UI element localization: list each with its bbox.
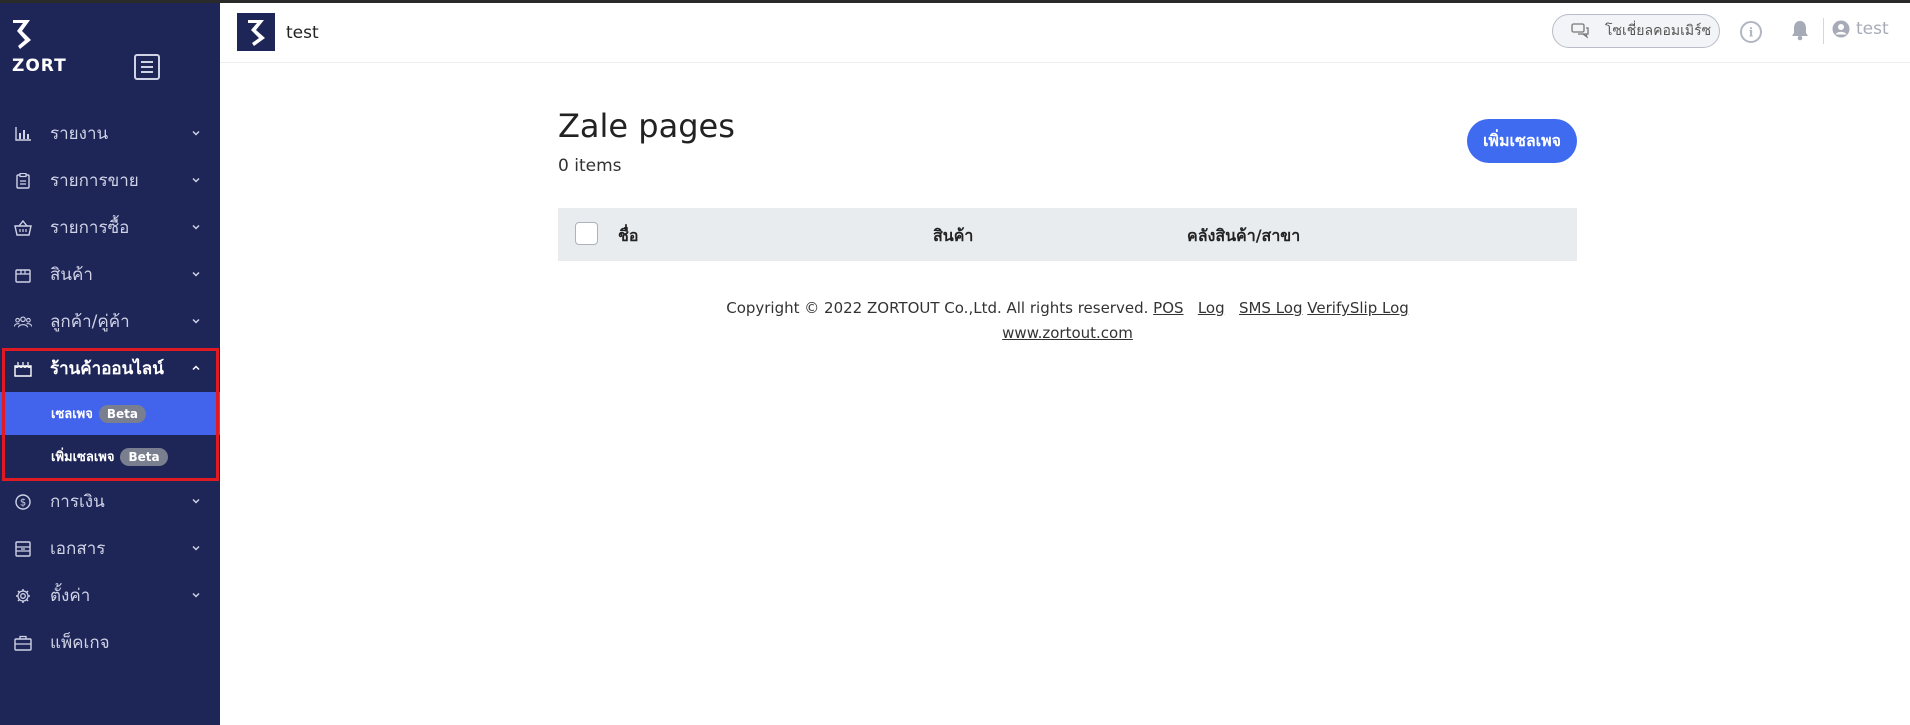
user-name: test bbox=[1856, 19, 1889, 39]
add-salepage-button[interactable]: เพิ่มเซลเพจ bbox=[1467, 119, 1577, 163]
footer-link-log[interactable]: Log bbox=[1198, 299, 1225, 317]
column-header-name[interactable]: ชื่อ bbox=[618, 224, 638, 249]
item-count: 0 items bbox=[558, 156, 622, 176]
footer-link-pos[interactable]: POS bbox=[1153, 299, 1183, 317]
gear-icon bbox=[14, 587, 32, 605]
clipboard-icon bbox=[14, 172, 32, 190]
sidebar-item-label: แพ็คเกจ bbox=[50, 633, 110, 653]
info-icon[interactable]: i bbox=[1740, 21, 1762, 43]
user-avatar-icon bbox=[1832, 20, 1850, 38]
column-header-warehouse[interactable]: คลังสินค้า/สาขา bbox=[1187, 224, 1300, 249]
social-commerce-button[interactable]: โซเชี่ยลคอมเมิร์ซ bbox=[1552, 14, 1720, 48]
sidebar-item-package[interactable]: แพ็คเกจ bbox=[0, 619, 220, 666]
sidebar-subitem-label: เซลเพจ bbox=[51, 407, 93, 422]
page-title: Zale pages bbox=[558, 107, 735, 145]
sidebar-item-customers[interactable]: ลูกค้า/คู่ค้า bbox=[0, 298, 220, 345]
briefcase-icon bbox=[14, 634, 32, 652]
box-icon bbox=[14, 266, 32, 284]
bar-chart-icon bbox=[14, 125, 32, 143]
shop-name[interactable]: test bbox=[286, 23, 319, 43]
chevron-down-icon bbox=[192, 224, 200, 230]
table-header: ชื่อ สินค้า คลังสินค้า/สาขา bbox=[558, 208, 1577, 261]
shop-logo[interactable] bbox=[237, 13, 275, 51]
sidebar-item-sales[interactable]: รายการขาย bbox=[0, 157, 220, 204]
top-bar: test โซเชี่ยลคอมเมิร์ซ i test bbox=[220, 3, 1910, 63]
sidebar: ZORT รายงาน รายการขาย รายการซื้อ สินค้า … bbox=[0, 3, 220, 725]
basket-icon bbox=[14, 219, 32, 237]
sidebar-item-finance[interactable]: $ การเงิน bbox=[0, 478, 220, 525]
copyright-text: Copyright © 2022 ZORTOUT Co.,Ltd. All ri… bbox=[726, 299, 1149, 317]
sidebar-item-label: ลูกค้า/คู่ค้า bbox=[50, 312, 130, 332]
sidebar-item-settings[interactable]: ตั้งค่า bbox=[0, 572, 220, 619]
sidebar-item-label: รายการซื้อ bbox=[50, 218, 130, 238]
sidebar-subitem-add-salepage[interactable]: เพิ่มเซลเพจ Beta bbox=[0, 435, 220, 478]
footer: Copyright © 2022 ZORTOUT Co.,Ltd. All ri… bbox=[558, 296, 1577, 346]
chevron-down-icon bbox=[192, 545, 200, 551]
zort-logo[interactable]: ZORT bbox=[12, 18, 72, 78]
select-all-checkbox[interactable] bbox=[575, 222, 598, 245]
sidebar-item-label: รายงาน bbox=[50, 124, 109, 144]
column-header-products[interactable]: สินค้า bbox=[933, 224, 973, 249]
topbar-divider bbox=[1823, 18, 1824, 44]
svg-text:$: $ bbox=[20, 497, 26, 508]
document-icon bbox=[14, 540, 32, 558]
dollar-circle-icon: $ bbox=[14, 493, 32, 511]
sidebar-subitem-label: เพิ่มเซลเพจ bbox=[51, 450, 115, 465]
footer-site-link[interactable]: www.zortout.com bbox=[1002, 324, 1133, 342]
sidebar-item-online-store[interactable]: ร้านค้าออนไลน์ bbox=[0, 345, 220, 392]
beta-badge: Beta bbox=[120, 447, 168, 466]
menu-toggle-button[interactable] bbox=[134, 54, 160, 80]
chevron-down-icon bbox=[192, 318, 200, 324]
footer-link-verifyslip-log[interactable]: VerifySlip Log bbox=[1307, 299, 1409, 317]
sidebar-subitem-salepages[interactable]: เซลเพจ Beta bbox=[0, 392, 220, 435]
svg-text:i: i bbox=[1749, 26, 1754, 40]
sidebar-item-reports[interactable]: รายงาน bbox=[0, 110, 220, 157]
chevron-down-icon bbox=[192, 498, 200, 504]
bell-icon[interactable] bbox=[1790, 19, 1810, 41]
brand-name: ZORT bbox=[12, 56, 67, 76]
sidebar-item-purchases[interactable]: รายการซื้อ bbox=[0, 204, 220, 251]
sidebar-item-label: ตั้งค่า bbox=[50, 586, 91, 606]
chevron-down-icon bbox=[192, 592, 200, 598]
chevron-up-icon bbox=[192, 365, 200, 371]
sidebar-item-products[interactable]: สินค้า bbox=[0, 251, 220, 298]
footer-link-sms-log[interactable]: SMS Log bbox=[1239, 299, 1303, 317]
chevron-down-icon bbox=[192, 271, 200, 277]
beta-badge: Beta bbox=[98, 404, 146, 423]
zort-logo-icon bbox=[13, 20, 31, 49]
sidebar-item-label: ร้านค้าออนไลน์ bbox=[50, 359, 164, 379]
sidebar-item-label: สินค้า bbox=[50, 265, 93, 285]
sidebar-item-label: การเงิน bbox=[50, 492, 105, 512]
sidebar-nav: รายงาน รายการขาย รายการซื้อ สินค้า ลูกค้… bbox=[0, 110, 220, 666]
chevron-down-icon bbox=[192, 177, 200, 183]
sidebar-item-documents[interactable]: เอกสาร bbox=[0, 525, 220, 572]
user-menu[interactable]: test bbox=[1832, 19, 1889, 39]
sidebar-item-label: เอกสาร bbox=[50, 539, 106, 559]
chat-icon bbox=[1571, 23, 1589, 39]
sidebar-item-label: รายการขาย bbox=[50, 171, 139, 191]
store-icon bbox=[14, 360, 32, 378]
people-icon bbox=[14, 313, 32, 331]
zort-logo-icon bbox=[248, 20, 265, 46]
social-commerce-label: โซเชี่ยลคอมเมิร์ซ bbox=[1605, 23, 1712, 39]
chevron-down-icon bbox=[192, 130, 200, 136]
